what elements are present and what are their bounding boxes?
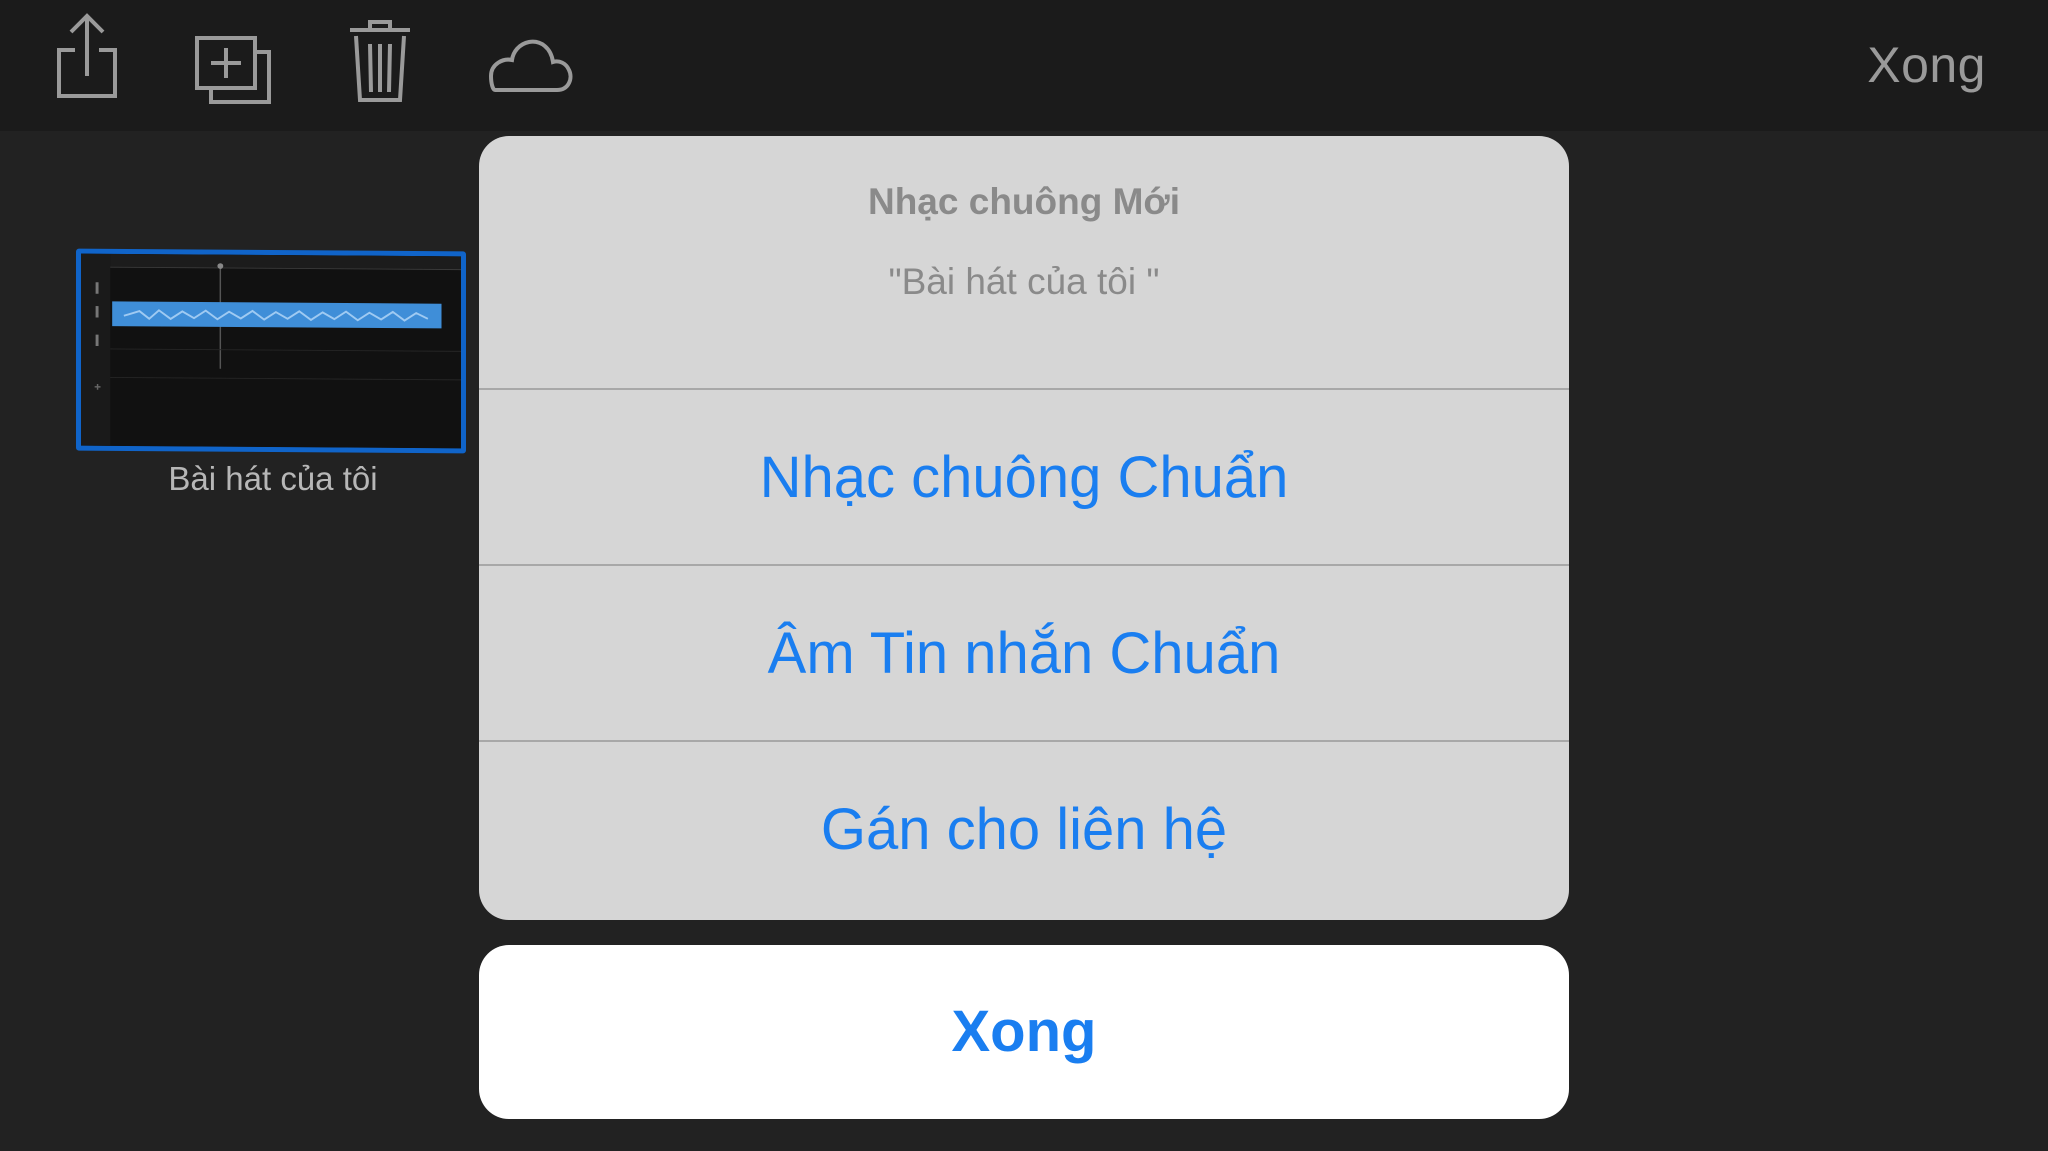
action-sheet-message: "Bài hát của tôi " — [888, 261, 1160, 302]
cancel-button[interactable]: Xong — [479, 945, 1569, 1119]
cloud-icon[interactable] — [477, 8, 577, 118]
standard-ringtone-button[interactable]: Nhạc chuông Chuẩn — [479, 390, 1569, 566]
share-icon[interactable] — [37, 8, 137, 118]
song-tile[interactable]: Bài hát của tôi — [76, 248, 470, 498]
action-sheet-title: Nhạc chuông Mới — [867, 181, 1181, 222]
done-button[interactable]: Xong — [1867, 36, 1986, 94]
trash-icon[interactable] — [330, 8, 430, 118]
action-sheet-header: Nhạc chuông Mới "Bài hát của tôi " — [479, 136, 1569, 390]
garageband-screen: Xong Bài hát của tôi Nhạc chuông Mới "Bà… — [0, 0, 2048, 1151]
standard-text-tone-button[interactable]: Âm Tin nhắn Chuẩn — [479, 566, 1569, 742]
top-toolbar: Xong — [0, 0, 2048, 131]
song-thumbnail[interactable] — [76, 248, 466, 454]
song-title: Bài hát của tôi — [168, 460, 378, 497]
duplicate-icon[interactable] — [183, 8, 283, 118]
action-sheet: Nhạc chuông Mới "Bài hát của tôi " Nhạc … — [479, 136, 1569, 920]
assign-to-contact-button[interactable]: Gán cho liên hệ — [479, 742, 1569, 920]
